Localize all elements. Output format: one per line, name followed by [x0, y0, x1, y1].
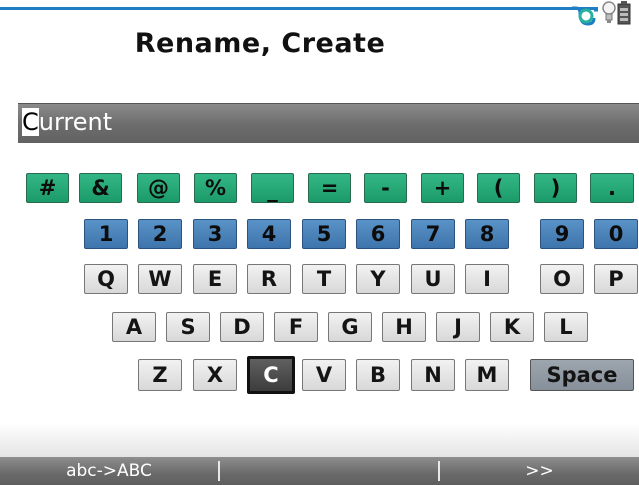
key-c-selected[interactable]: C: [247, 356, 295, 394]
key-0[interactable]: 0: [594, 219, 638, 249]
key-r[interactable]: R: [247, 264, 291, 294]
key-2[interactable]: 2: [138, 219, 182, 249]
key-m[interactable]: M: [465, 359, 509, 391]
key-minus[interactable]: -: [364, 173, 407, 203]
key-i[interactable]: I: [465, 264, 509, 294]
key-9[interactable]: 9: [540, 219, 584, 249]
key-open-paren[interactable]: (: [477, 173, 520, 203]
key-g[interactable]: G: [328, 312, 372, 342]
name-input-rest: urrent: [38, 108, 113, 136]
bulb-icon: [602, 1, 616, 23]
key-l[interactable]: L: [544, 312, 588, 342]
key-1[interactable]: 1: [84, 219, 128, 249]
key-z[interactable]: Z: [138, 359, 182, 391]
key-6[interactable]: 6: [356, 219, 400, 249]
softkey-case-toggle[interactable]: abc->ABC: [0, 457, 218, 485]
key-at[interactable]: @: [137, 173, 180, 203]
key-v[interactable]: V: [302, 359, 346, 391]
key-x[interactable]: X: [193, 359, 237, 391]
softkey-middle[interactable]: [220, 457, 438, 485]
key-o[interactable]: O: [540, 264, 584, 294]
key-j[interactable]: J: [436, 312, 480, 342]
top-accent-line: [0, 7, 598, 10]
key-y[interactable]: Y: [356, 264, 400, 294]
key-plus[interactable]: +: [421, 173, 464, 203]
page-title: Rename, Create: [134, 28, 386, 59]
key-period[interactable]: .: [590, 173, 634, 203]
key-close-paren[interactable]: ): [534, 173, 577, 203]
status-icons: [572, 0, 639, 40]
key-n[interactable]: N: [411, 359, 455, 391]
key-percent[interactable]: %: [194, 173, 237, 203]
softkey-next[interactable]: >>: [440, 457, 639, 485]
text-cursor: C: [22, 108, 39, 136]
name-input-field[interactable]: Current: [18, 103, 639, 143]
battery-icon: [617, 1, 631, 25]
key-equals[interactable]: =: [308, 173, 351, 203]
key-8[interactable]: 8: [465, 219, 509, 249]
key-e[interactable]: E: [193, 264, 237, 294]
key-underscore[interactable]: _: [251, 173, 294, 203]
key-space[interactable]: Space: [530, 359, 634, 391]
key-d[interactable]: D: [220, 312, 264, 342]
key-w[interactable]: W: [138, 264, 182, 294]
key-5[interactable]: 5: [302, 219, 346, 249]
key-s[interactable]: S: [166, 312, 210, 342]
key-7[interactable]: 7: [411, 219, 455, 249]
key-ampersand[interactable]: &: [79, 173, 122, 203]
key-u[interactable]: U: [411, 264, 455, 294]
bottom-separator: [0, 423, 639, 457]
key-hash[interactable]: #: [26, 173, 69, 203]
softkey-bar: abc->ABC >>: [0, 457, 639, 485]
link-icon: [572, 6, 598, 26]
key-3[interactable]: 3: [193, 219, 237, 249]
key-4[interactable]: 4: [247, 219, 291, 249]
key-k[interactable]: K: [490, 312, 534, 342]
key-f[interactable]: F: [274, 312, 318, 342]
name-input-text: Current: [22, 108, 112, 136]
key-q[interactable]: Q: [84, 264, 128, 294]
key-p[interactable]: P: [594, 264, 638, 294]
key-h[interactable]: H: [382, 312, 426, 342]
key-t[interactable]: T: [302, 264, 346, 294]
key-b[interactable]: B: [356, 359, 400, 391]
key-a[interactable]: A: [112, 312, 156, 342]
